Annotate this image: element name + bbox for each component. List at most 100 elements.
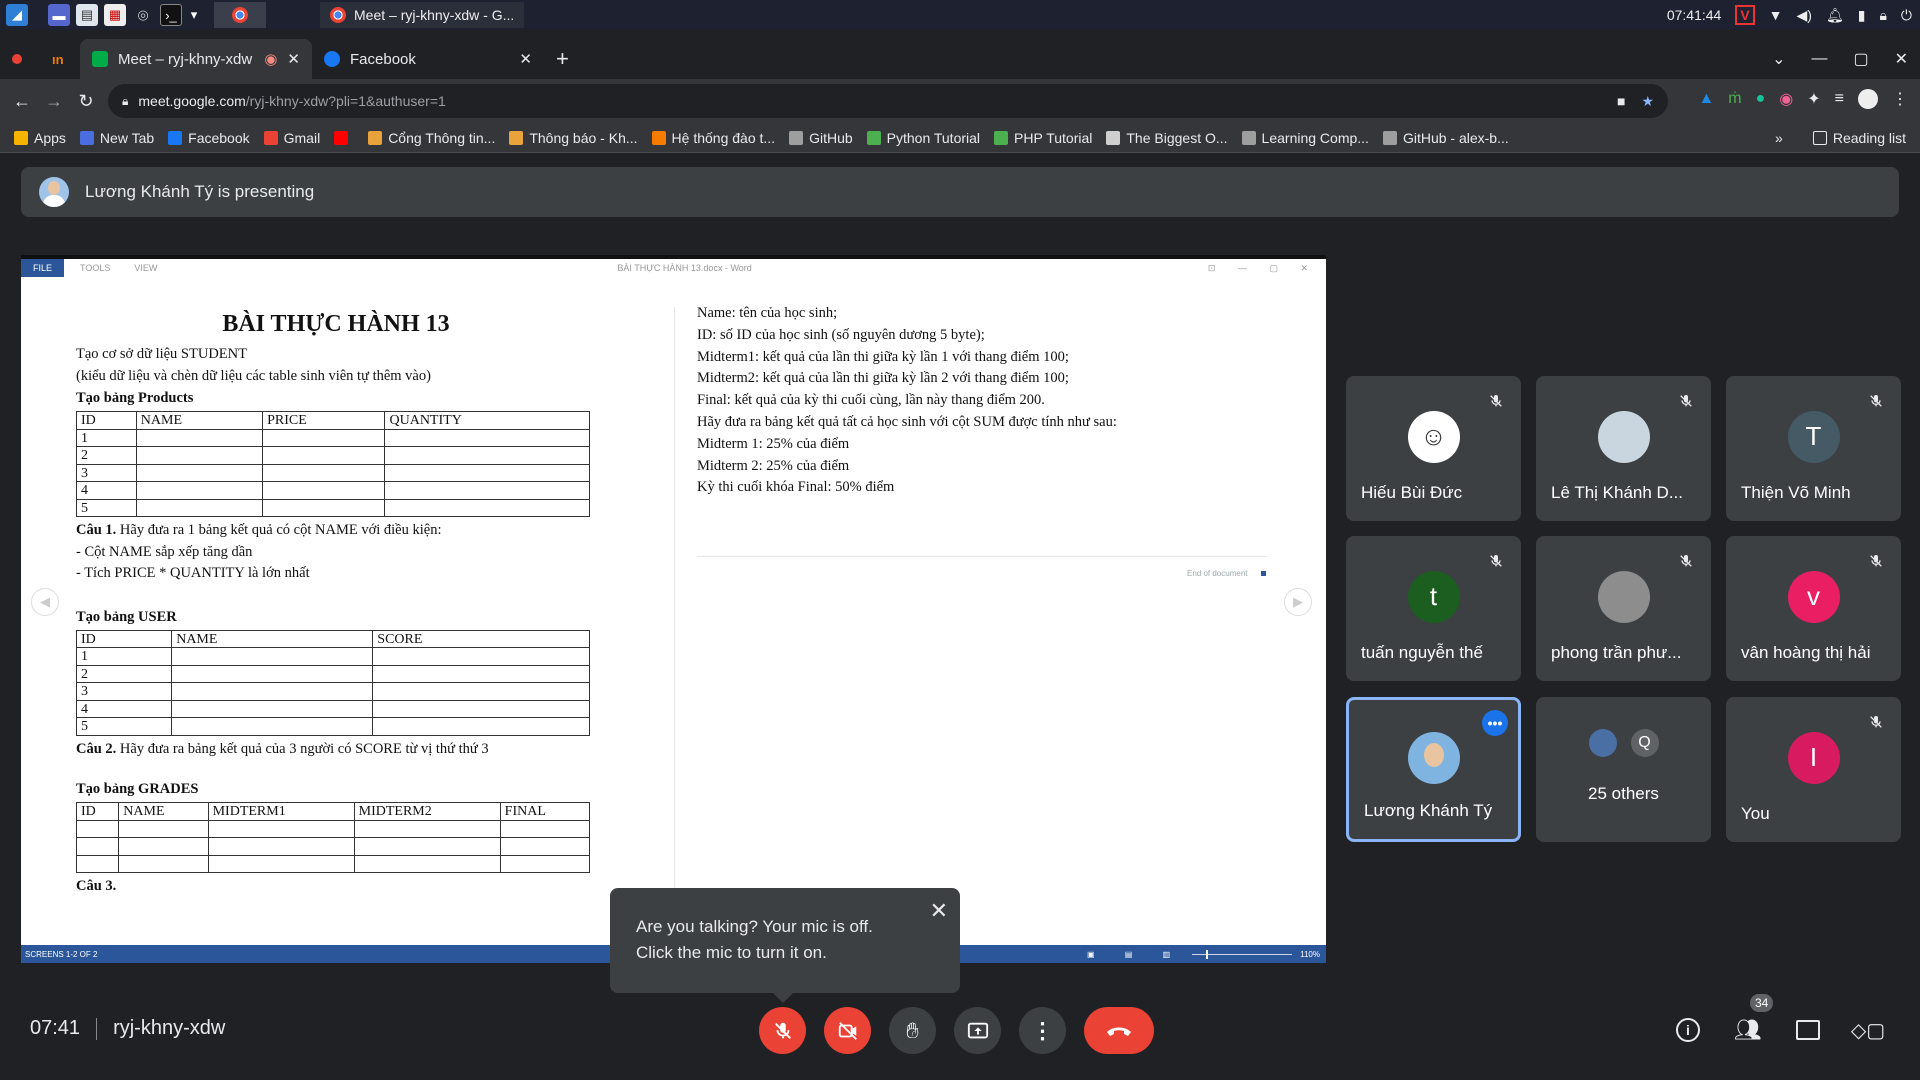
avatar[interactable] xyxy=(1858,89,1878,109)
extension-icon[interactable]: ◉ xyxy=(1779,89,1793,109)
doc-line: Midterm 1: 25% của điểm xyxy=(697,435,850,452)
url-input[interactable]: 🔒︎ meet.google.com/ryj-khny-xdw?pli=1&au… xyxy=(108,84,1668,118)
raise-hand-button[interactable]: ✋︎ xyxy=(889,1007,936,1054)
bookmarks-overflow-icon[interactable]: » xyxy=(1775,130,1783,146)
wifi-icon[interactable]: ▼ xyxy=(1769,7,1783,23)
bookmark-item[interactable]: Gmail xyxy=(263,130,320,146)
bookmark-item[interactable]: Python Tutorial xyxy=(866,129,981,146)
word-view-icons: ▣ ▤ ▥ xyxy=(1087,949,1185,959)
close-tab-icon[interactable]: ✕ xyxy=(287,50,300,68)
participant-tile[interactable]: Lê Thị Khánh D... xyxy=(1536,376,1711,521)
file-manager-icon[interactable]: ▤ xyxy=(76,4,98,26)
volume-icon[interactable]: ◀) xyxy=(1797,7,1812,24)
battery-icon[interactable]: ▮ xyxy=(1858,7,1866,24)
bookmark-label: GitHub - alex-b... xyxy=(1402,129,1509,146)
camera-icon[interactable]: ■ xyxy=(1617,93,1625,109)
lock-icon[interactable]: 🔒︎ xyxy=(1879,7,1886,24)
table-cell xyxy=(135,463,264,483)
tab-meet[interactable]: Meet – ryj-khny-xdw ◉ ✕ xyxy=(80,39,312,79)
reading-list-icon xyxy=(1812,130,1827,145)
activities-button[interactable]: ◇▢ xyxy=(1850,1014,1886,1046)
table-cell xyxy=(384,481,590,500)
avatar xyxy=(1597,410,1650,463)
participant-tile[interactable]: I You xyxy=(1726,697,1901,842)
present-button[interactable] xyxy=(954,1007,1001,1054)
table-header-cell: SCORE xyxy=(372,629,590,649)
bookmark-item[interactable]: Learning Comp... xyxy=(1241,130,1369,146)
close-window-icon[interactable]: ✕ xyxy=(1895,49,1908,69)
puzzle-icon[interactable]: ✦ xyxy=(1807,89,1820,109)
media-icon[interactable]: ≡ xyxy=(1835,90,1844,108)
close-tab-icon[interactable]: ✕ xyxy=(519,50,532,68)
bookmark-item[interactable]: GitHub xyxy=(789,130,853,146)
bookmark-item[interactable]: Cổng Thông tin... xyxy=(368,130,495,146)
desktop-icon[interactable]: ▬ xyxy=(48,4,70,26)
bookmark-item[interactable]: PHP Tutorial xyxy=(994,130,1092,146)
table-cell xyxy=(135,428,264,448)
leave-call-button[interactable] xyxy=(1084,1007,1154,1054)
bookmark-item[interactable]: The Biggest O... xyxy=(1106,130,1228,146)
table-cell xyxy=(384,446,590,465)
bookmark-item[interactable]: Thông báo - Kh... xyxy=(509,130,638,146)
vivaldi-icon[interactable]: V xyxy=(1735,5,1755,25)
table-cell: 5 xyxy=(76,498,137,518)
meeting-details-button[interactable]: i xyxy=(1672,1014,1704,1046)
bookmark-label: Python Tutorial xyxy=(886,129,981,146)
bookmark-item[interactable]: Hệ thống đào t... xyxy=(651,130,775,146)
participant-tile[interactable]: v vân hoàng thị hải xyxy=(1726,536,1901,681)
new-tab-button[interactable]: + xyxy=(544,39,581,79)
tab-recording[interactable] xyxy=(0,39,40,79)
chrome-taskbar-button[interactable] xyxy=(214,2,266,28)
back-icon[interactable]: ← xyxy=(6,91,38,112)
word-menu-file: FILE xyxy=(21,259,65,277)
tab-facebook[interactable]: Facebook ✕ xyxy=(312,39,544,79)
extension-icon[interactable]: ṁ xyxy=(1728,90,1741,108)
reading-list-button[interactable]: Reading list xyxy=(1812,130,1906,146)
tab-pinned[interactable]: ın xyxy=(40,39,80,79)
globe-icon[interactable]: ◎ xyxy=(132,4,154,26)
close-icon[interactable]: ✕ xyxy=(930,898,948,924)
grammarly-icon[interactable]: ● xyxy=(1756,90,1766,108)
word-menu-tools: TOOLS xyxy=(80,263,111,273)
bookmark-item[interactable] xyxy=(334,130,354,145)
camera-toggle-button[interactable] xyxy=(824,1007,871,1054)
participant-tile[interactable]: Q 25 others xyxy=(1536,697,1711,842)
launcher-icon[interactable]: ◢ xyxy=(6,4,28,26)
people-button[interactable]: 👥︎ 34 xyxy=(1732,994,1774,1046)
participant-tile[interactable]: Lương Khánh Tý ••• xyxy=(1346,697,1521,842)
participant-tile[interactable]: T Thiện Võ Minh xyxy=(1726,376,1901,521)
pdf-icon[interactable]: ▦ xyxy=(104,4,126,26)
bookmark-item[interactable]: New Tab xyxy=(79,130,154,146)
participant-tile[interactable]: phong trần phư... xyxy=(1536,536,1711,681)
maximize-icon[interactable]: ▢ xyxy=(1853,49,1868,69)
bookmark-icon xyxy=(263,130,278,145)
bookmark-item[interactable]: Facebook xyxy=(168,129,250,146)
bookmark-item[interactable]: Apps xyxy=(14,130,66,146)
minimize-icon[interactable]: — xyxy=(1811,50,1827,68)
chevron-down-icon[interactable]: ▾ xyxy=(188,4,200,26)
activities-icon: ◇▢ xyxy=(1850,1019,1886,1042)
participant-tile[interactable]: ☺ Hiếu Bùi Đức xyxy=(1346,376,1521,521)
bookmark-item[interactable]: GitHub - alex-b... xyxy=(1382,129,1509,146)
participant-tile[interactable]: t tuấn nguyễn thế xyxy=(1346,536,1521,681)
terminal-icon[interactable]: ›_ xyxy=(160,4,182,26)
power-icon[interactable]: ⏻ xyxy=(1901,7,1912,24)
menu-icon[interactable]: ⋮ xyxy=(1892,89,1908,109)
bookmark-star-icon[interactable]: ★ xyxy=(1641,93,1654,110)
notification-icon[interactable]: 🔔︎ xyxy=(1826,7,1844,24)
mic-toggle-button[interactable] xyxy=(759,1007,806,1054)
chat-button[interactable] xyxy=(1792,1014,1824,1046)
taskbar-window-meet[interactable]: Meet – ryj-khny-xdw - G... xyxy=(320,2,525,28)
more-options-icon[interactable]: ••• xyxy=(1482,710,1508,736)
next-page-icon[interactable]: ▶ xyxy=(1284,588,1312,616)
bookmark-label: Facebook xyxy=(188,129,250,146)
reload-icon[interactable]: ↻ xyxy=(70,91,102,112)
address-toolbar: ← → ↻ 🔒︎ meet.google.com/ryj-khny-xdw?pl… xyxy=(0,79,1920,123)
prev-page-icon[interactable]: ◀ xyxy=(31,588,59,616)
tab-search-icon[interactable]: ⌄ xyxy=(1772,49,1785,69)
question-label: Câu 2. xyxy=(76,740,117,757)
extension-icon[interactable]: ▲ xyxy=(1698,90,1714,108)
forward-icon[interactable]: → xyxy=(38,91,70,112)
avatar xyxy=(1407,732,1460,785)
more-options-button[interactable]: ⋮ xyxy=(1019,1007,1066,1054)
